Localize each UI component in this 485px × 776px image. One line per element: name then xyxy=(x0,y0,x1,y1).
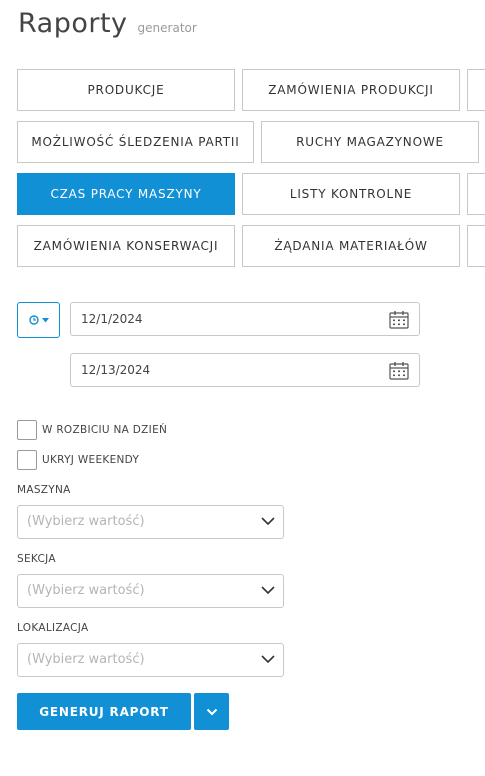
section-select[interactable]: (Wybierz wartość) xyxy=(17,574,284,608)
tab-czas-pracy-maszyny[interactable]: CZAS PRACY MASZYNY xyxy=(17,173,235,215)
tab-partial-3[interactable] xyxy=(467,173,485,215)
tab-listy-kontrolne[interactable]: LISTY KONTROLNE xyxy=(242,173,460,215)
location-label: LOKALIZACJA xyxy=(17,622,89,634)
tab-produkcje[interactable]: PRODUKCJE xyxy=(17,69,235,111)
daily-breakdown-option: W ROZBICIU NA DZIEŃ xyxy=(17,420,167,440)
machine-select[interactable]: (Wybierz wartość) xyxy=(17,505,284,539)
calendar-icon[interactable] xyxy=(389,310,409,329)
chevron-down-icon xyxy=(261,517,275,526)
date-to-input[interactable] xyxy=(81,354,371,386)
generate-options-button[interactable] xyxy=(194,693,229,730)
daily-breakdown-checkbox[interactable] xyxy=(17,420,37,440)
caret-down-icon xyxy=(41,317,49,322)
page-subtitle: generator xyxy=(137,21,197,35)
chevron-down-icon xyxy=(261,655,275,664)
generate-report-button[interactable]: GENERUJ RAPORT xyxy=(17,693,191,730)
location-placeholder: (Wybierz wartość) xyxy=(27,652,145,667)
clock-icon xyxy=(28,315,39,325)
date-from-input[interactable] xyxy=(81,303,371,335)
calendar-icon[interactable] xyxy=(389,361,409,380)
page-title: Raporty xyxy=(18,8,128,39)
tab-mozliwosc-sledzenia-partii[interactable]: MOŻLIWOŚĆ ŚLEDZENIA PARTII xyxy=(17,121,254,163)
tab-zadania-materialow[interactable]: ŻĄDANIA MATERIAŁÓW xyxy=(242,225,460,267)
machine-label: MASZYNA xyxy=(17,484,71,496)
section-placeholder: (Wybierz wartość) xyxy=(27,583,145,598)
page-header: Raporty generator xyxy=(18,8,197,39)
hide-weekends-option: UKRYJ WEEKENDY xyxy=(17,450,139,470)
chevron-down-icon xyxy=(261,586,275,595)
time-range-button[interactable] xyxy=(17,302,60,338)
tab-partial-1[interactable] xyxy=(467,69,485,111)
chevron-down-icon xyxy=(206,708,217,715)
tab-zamowienia-konserwacji[interactable]: ZAMÓWIENIA KONSERWACJI xyxy=(17,225,235,267)
tab-zamowienia-produkcji[interactable]: ZAMÓWIENIA PRODUKCJI xyxy=(242,69,460,111)
hide-weekends-checkbox[interactable] xyxy=(17,450,37,470)
daily-breakdown-label: W ROZBICIU NA DZIEŃ xyxy=(42,424,168,436)
date-from-field[interactable] xyxy=(70,302,420,336)
date-to-field[interactable] xyxy=(70,353,420,387)
tab-partial-4[interactable] xyxy=(467,225,485,267)
tab-ruchy-magazynowe[interactable]: RUCHY MAGAZYNOWE xyxy=(261,121,479,163)
hide-weekends-label: UKRYJ WEEKENDY xyxy=(42,454,140,466)
machine-placeholder: (Wybierz wartość) xyxy=(27,514,145,529)
location-select[interactable]: (Wybierz wartość) xyxy=(17,643,284,677)
section-label: SEKCJA xyxy=(17,553,56,565)
